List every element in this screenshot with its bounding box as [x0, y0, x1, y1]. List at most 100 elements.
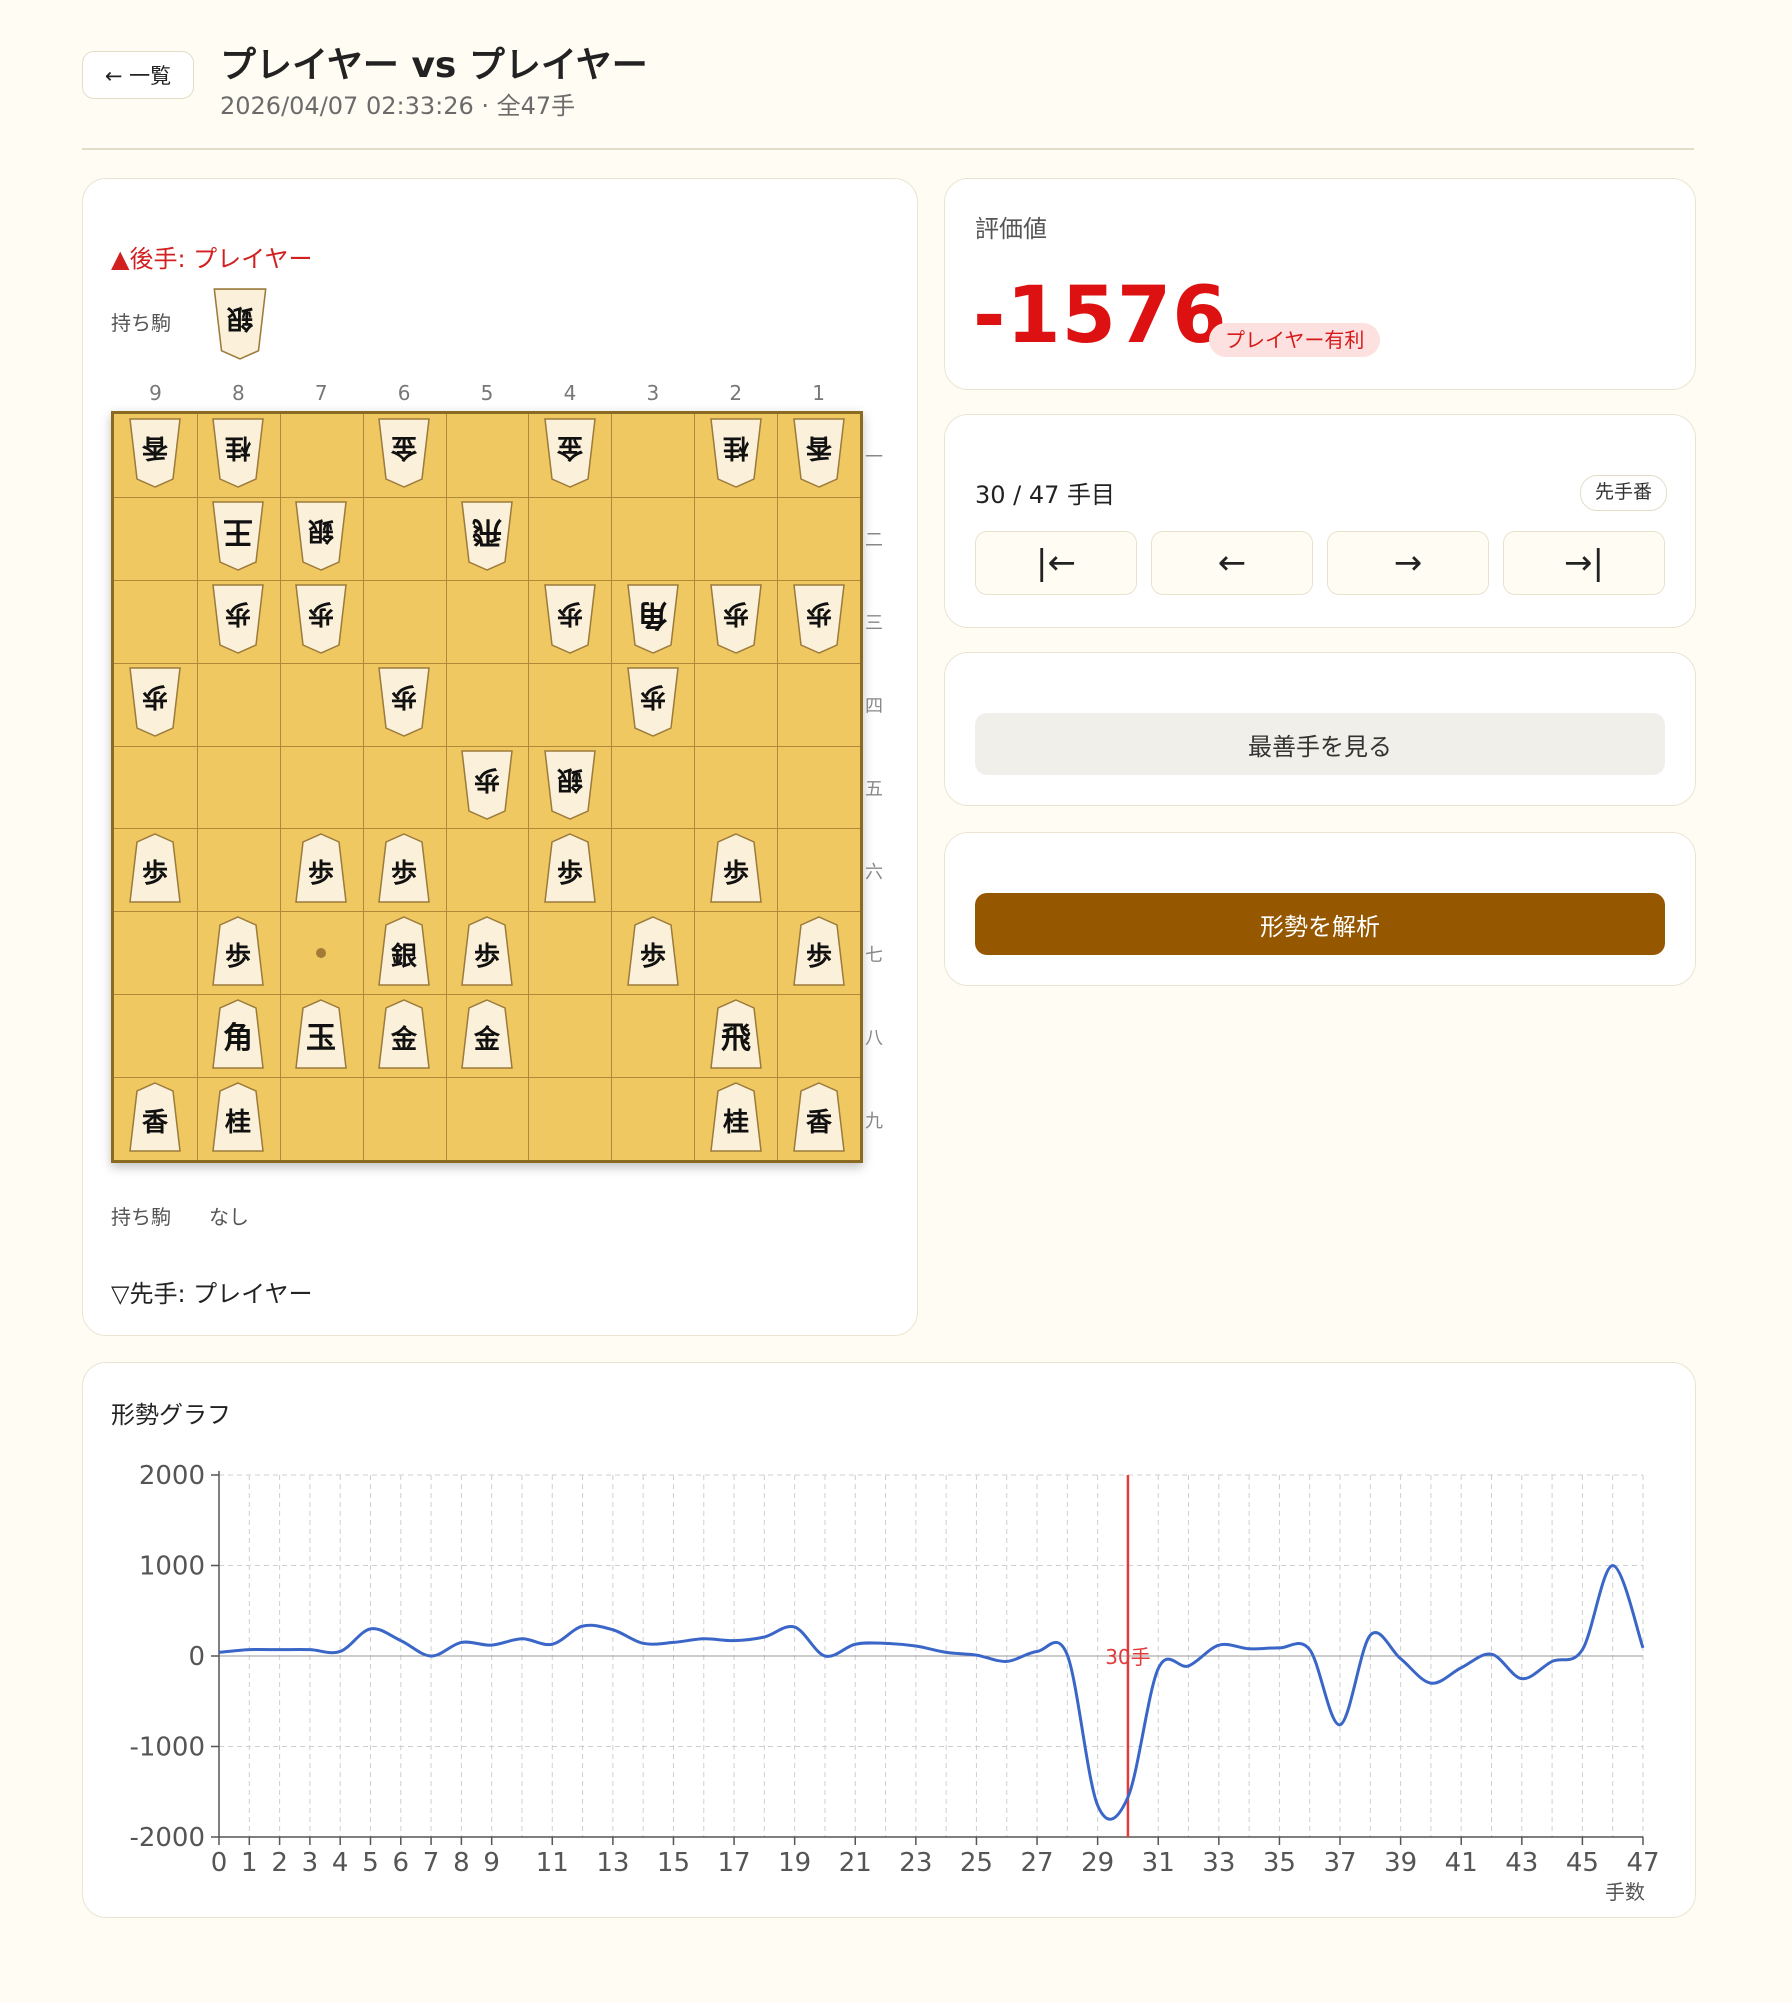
- piece-sente[interactable]: 銀: [376, 915, 432, 987]
- piece-gote[interactable]: 歩: [625, 666, 681, 738]
- piece-sente[interactable]: 角: [210, 998, 266, 1070]
- piece-gote[interactable]: 香: [791, 417, 847, 489]
- piece-gote[interactable]: 銀: [293, 500, 349, 572]
- piece-kanji: 歩: [557, 598, 583, 628]
- piece-sente[interactable]: 玉: [293, 998, 349, 1070]
- piece-sente[interactable]: 歩: [293, 832, 349, 904]
- next-move-button[interactable]: →: [1327, 531, 1489, 595]
- rank-label: 六: [865, 861, 883, 883]
- piece-sente[interactable]: 歩: [376, 832, 432, 904]
- piece-sente[interactable]: 歩: [127, 832, 183, 904]
- analyze-position-button[interactable]: 形勢を解析: [975, 893, 1665, 955]
- shogi-board[interactable]: 香桂金金桂香王銀飛歩歩歩角歩歩歩歩歩歩銀歩歩歩歩歩歩銀歩歩歩角玉金金飛香桂桂香: [111, 411, 863, 1163]
- file-label: 6: [397, 381, 411, 405]
- x-tick-label: 0: [211, 1848, 228, 1878]
- piece-gote[interactable]: 歩: [459, 749, 515, 821]
- x-tick-label: 3: [302, 1848, 319, 1878]
- piece-sente[interactable]: 飛: [708, 998, 764, 1070]
- piece-gote[interactable]: 歩: [293, 583, 349, 655]
- x-tick-label: 39: [1384, 1848, 1417, 1878]
- piece-sente[interactable]: 歩: [791, 915, 847, 987]
- piece-sente[interactable]: 歩: [625, 915, 681, 987]
- grid-line: [114, 662, 860, 664]
- grid-line: [611, 414, 613, 1160]
- file-label: 3: [646, 381, 660, 405]
- piece-sente[interactable]: 歩: [210, 915, 266, 987]
- piece-gote[interactable]: 金: [376, 417, 432, 489]
- back-to-list-button[interactable]: ← 一覧: [82, 51, 194, 99]
- piece-kanji: 歩: [225, 942, 251, 972]
- piece-sente[interactable]: 金: [459, 998, 515, 1070]
- piece-gote[interactable]: 王: [210, 500, 266, 572]
- piece-kanji: 歩: [806, 942, 832, 972]
- piece-kanji: 金: [390, 1024, 418, 1055]
- grid-line: [114, 911, 860, 913]
- piece-gote[interactable]: 歩: [708, 583, 764, 655]
- piece-sente[interactable]: 桂: [210, 1081, 266, 1153]
- piece-kanji: 歩: [723, 859, 749, 889]
- move-counter: 30 / 47 手目: [975, 481, 1116, 509]
- show-best-move-button[interactable]: 最善手を見る: [975, 713, 1665, 775]
- x-tick-label: 23: [899, 1848, 932, 1878]
- piece-sente[interactable]: 歩: [708, 832, 764, 904]
- piece-gote[interactable]: 銀: [542, 749, 598, 821]
- file-label: 4: [563, 381, 577, 405]
- x-tick-label: 25: [960, 1848, 993, 1878]
- prev-move-button[interactable]: ←: [1151, 531, 1313, 595]
- x-tick-label: 17: [718, 1848, 751, 1878]
- piece-kanji: 角: [223, 1021, 253, 1056]
- piece-kanji: 桂: [723, 432, 749, 462]
- piece-sente[interactable]: 香: [127, 1081, 183, 1153]
- piece-gote[interactable]: 飛: [459, 500, 515, 572]
- piece-sente[interactable]: 歩: [459, 915, 515, 987]
- piece-gote[interactable]: 香: [127, 417, 183, 489]
- piece-kanji: 歩: [557, 859, 583, 889]
- x-tick-label: 45: [1566, 1848, 1599, 1878]
- piece-sente[interactable]: 香: [791, 1081, 847, 1153]
- piece-gote[interactable]: 桂: [708, 417, 764, 489]
- piece-kanji: 香: [806, 1108, 832, 1138]
- piece-sente[interactable]: 金: [376, 998, 432, 1070]
- evaluation-series-line: [218, 1563, 1645, 1821]
- piece-sente[interactable]: 歩: [542, 832, 598, 904]
- rank-label: 七: [865, 944, 883, 966]
- piece-kanji: 銀: [391, 942, 417, 972]
- piece-gote[interactable]: 歩: [542, 583, 598, 655]
- piece-gote[interactable]: 歩: [210, 583, 266, 655]
- x-tick-label: 27: [1020, 1848, 1053, 1878]
- grid-line: [114, 496, 860, 498]
- piece-kanji: 王: [223, 514, 253, 549]
- piece-gote[interactable]: 金: [542, 417, 598, 489]
- grid-line: [114, 994, 860, 996]
- piece-kanji: 金: [473, 1024, 501, 1055]
- piece-kanji: 歩: [640, 942, 666, 972]
- piece-gote[interactable]: 桂: [210, 417, 266, 489]
- piece-kanji: 銀: [226, 303, 253, 334]
- piece-kanji: 歩: [142, 859, 168, 889]
- grid-line: [279, 414, 281, 1160]
- piece-gote[interactable]: 歩: [791, 583, 847, 655]
- piece-kanji: 歩: [474, 764, 500, 794]
- y-tick-label: -1000: [129, 1733, 205, 1763]
- x-tick-label: 11: [536, 1848, 569, 1878]
- piece-kanji: 歩: [391, 681, 417, 711]
- evaluation-graph-card: 形勢グラフ 2000 1000 0 -1000 -2000 0 1 2 3 4 5 6 7 8 9 11 13 1…: [82, 1362, 1696, 1918]
- last-move-marker: [316, 947, 327, 958]
- hand-piece[interactable]: 銀: [213, 288, 269, 361]
- piece-sente[interactable]: 桂: [708, 1081, 764, 1153]
- x-tick-label: 31: [1142, 1848, 1175, 1878]
- rank-label: 八: [865, 1027, 883, 1049]
- first-move-button[interactable]: |←: [975, 531, 1137, 595]
- piece-gote[interactable]: 歩: [376, 666, 432, 738]
- game-info: 2026/04/07 02:33:26 · 全47手: [220, 92, 576, 120]
- grid-line: [114, 579, 860, 581]
- piece-gote[interactable]: 歩: [127, 666, 183, 738]
- file-label: 5: [480, 381, 494, 405]
- y-tick-label: 0: [188, 1642, 205, 1672]
- evaluation-graph[interactable]: 200010000-1000-20000 1 2 3 4 5 6 7 8 9 11 13 15 17 19 2…: [83, 1363, 1694, 1916]
- piece-gote[interactable]: 角: [625, 583, 681, 655]
- analyze-card: 形勢を解析: [944, 832, 1696, 986]
- file-label: 8: [232, 381, 245, 405]
- x-tick-label: 15: [657, 1848, 690, 1878]
- last-move-button[interactable]: →|: [1503, 531, 1665, 595]
